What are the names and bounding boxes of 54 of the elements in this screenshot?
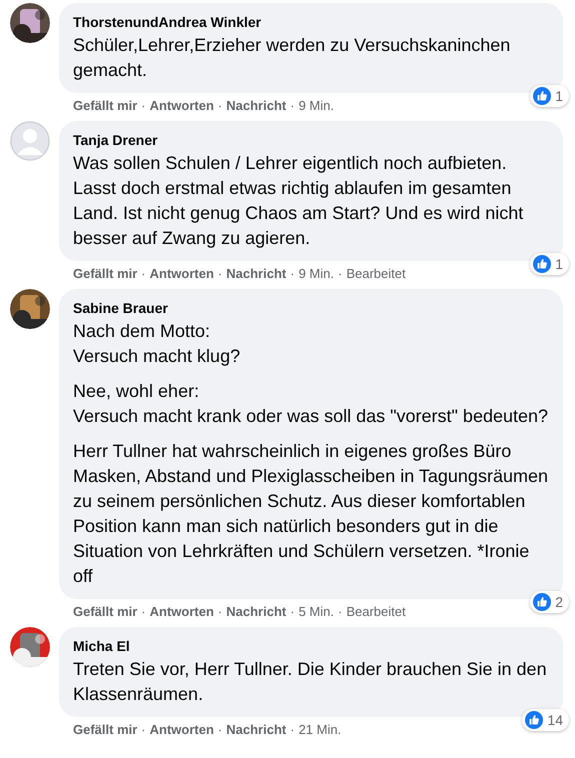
comment-text: Nee, wohl eher: Versuch macht krank oder was soll das "vorerst" bedeuten? — [73, 380, 549, 428]
action-link[interactable]: Gefällt mir — [73, 98, 138, 114]
comment-text: Was sollen Schulen / Lehrer eigentlich noch aufbieten. Lasst doch erstmal etwas richtig ablaufen im gesamten Land. Ist nicht genug Chaos am Start? Und es wird nicht besser auf Zwang zu agieren. — [73, 152, 524, 250]
separator: · — [216, 722, 224, 738]
reaction-badge[interactable]: 2 — [530, 591, 569, 613]
like-icon — [533, 593, 552, 611]
action-link[interactable]: Gefällt mir — [73, 722, 138, 738]
edited-label: Bearbeitet — [346, 604, 406, 620]
timestamp[interactable]: 5 Min. — [298, 604, 334, 620]
reaction-count: 1 — [555, 255, 563, 273]
separator: · — [216, 266, 224, 282]
separator: · — [336, 266, 344, 282]
author-name[interactable]: ThorstenundAndrea Winkler — [73, 13, 549, 31]
action-link[interactable]: Antworten — [150, 98, 214, 114]
action-link[interactable]: Nachricht — [226, 98, 286, 114]
separator: · — [216, 98, 224, 114]
action-link[interactable]: Nachricht — [226, 266, 286, 282]
action-link[interactable]: Nachricht — [226, 604, 286, 620]
separator: · — [289, 722, 296, 738]
separator: · — [289, 604, 296, 620]
separator: · — [289, 98, 296, 114]
reaction-count: 1 — [555, 87, 563, 105]
timestamp[interactable]: 9 Min. — [298, 98, 334, 114]
action-link[interactable]: Gefällt mir — [73, 604, 138, 620]
action-link[interactable]: Antworten — [150, 722, 214, 738]
reaction-badge[interactable]: 14 — [522, 709, 569, 731]
action-link[interactable]: Nachricht — [226, 722, 286, 738]
action-link[interactable]: Antworten — [150, 266, 214, 282]
author-name[interactable]: Tanja Drener — [73, 131, 549, 149]
author-name[interactable]: Sabine Brauer — [73, 299, 549, 317]
reaction-badge[interactable]: 1 — [530, 85, 569, 107]
reaction-count: 14 — [547, 711, 563, 729]
like-icon — [525, 711, 544, 729]
like-icon — [533, 87, 552, 105]
comment-text: Nach dem Motto: Versuch macht klug? — [73, 320, 242, 368]
separator: · — [140, 604, 147, 620]
reaction-count: 2 — [555, 593, 563, 611]
action-link[interactable]: Gefällt mir — [73, 266, 138, 282]
action-link[interactable]: Antworten — [150, 604, 214, 620]
separator: · — [289, 266, 296, 282]
reaction-badge[interactable]: 1 — [530, 253, 569, 275]
separator: · — [140, 722, 147, 738]
like-icon — [533, 255, 552, 273]
comment-text: Schüler,Lehrer,Erzieher werden zu Versuchskaninchen gemacht. — [73, 34, 512, 82]
timestamp[interactable]: 9 Min. — [298, 266, 334, 282]
timestamp[interactable]: 21 Min. — [298, 722, 342, 738]
comment-text: Treten Sie vor, Herr Tullner. Die Kinder brauchen Sie in den Klassenräumen. — [73, 658, 548, 706]
author-name[interactable]: Micha El — [73, 637, 549, 655]
comment-text: Herr Tullner hat wahrscheinlich in eigenes großes Büro Masken, Abstand und Plexiglasscheiben in Tagungsräumen zu seinem persönlichen Schutz. Aus dieser komfortablen Position kann man sich natürlich besonders gut in die Situation von Lehrkräften und Schülern versetzen. *Ironie off — [73, 440, 549, 588]
separator: · — [140, 266, 147, 282]
edited-label: Bearbeitet — [346, 266, 406, 282]
separator: · — [216, 604, 224, 620]
separator: · — [336, 604, 344, 620]
separator: · — [140, 98, 147, 114]
